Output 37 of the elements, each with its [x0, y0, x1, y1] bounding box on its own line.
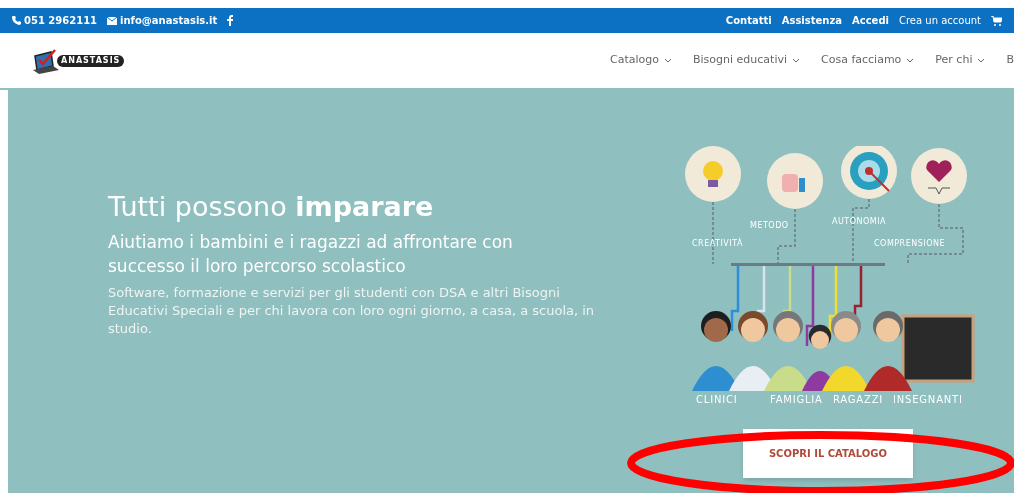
top-link[interactable]: Assistenza: [781, 13, 842, 28]
logo-icon: [33, 47, 59, 74]
top-link[interactable]: Contatti: [725, 13, 772, 28]
logo-text: ANASTASIS: [57, 54, 125, 67]
chevron-down-icon: [665, 58, 671, 63]
chevron-down-icon: [793, 58, 799, 63]
target-icon: [850, 152, 890, 192]
audience-label: CLINICI: [696, 394, 738, 405]
logo[interactable]: ANASTASIS: [33, 47, 125, 74]
value-label: COMPRENSIONE: [874, 239, 945, 248]
value-label: CREATIVITÀ: [692, 239, 743, 248]
hero-subtitle: Aiutiamo i bambini e i ragazzi ad affrontare con successo il loro percorso scolastico: [108, 231, 514, 278]
top-link[interactable]: Crea un account: [898, 13, 981, 28]
value-label: METODO: [750, 221, 789, 230]
phone-icon: [12, 16, 21, 25]
nav-item[interactable]: Catalogo: [610, 52, 671, 69]
top-link[interactable]: Accedi: [852, 13, 889, 28]
nav-item[interactable]: Per chi: [935, 52, 985, 69]
audience-label: FAMIGLIA: [770, 394, 823, 405]
chevron-down-icon: [978, 58, 985, 63]
nav-item[interactable]: Cosa facciamo: [821, 52, 914, 69]
email-link[interactable]: info@anastasis.it: [107, 13, 218, 28]
phone-link[interactable]: 051 2962111: [12, 13, 98, 28]
nav-item[interactable]: Bisogni educativi: [693, 52, 799, 69]
nav-item[interactable]: B: [1006, 52, 1014, 69]
facebook-icon[interactable]: [227, 15, 234, 26]
hero-description: Software, formazione e servizi per gli studenti con DSA e altri Bisogni Educativi Speciali e per chi lavora con loro ogni giorno, a casa, a scuola, in studio.: [108, 284, 596, 338]
cart-icon[interactable]: [991, 15, 1002, 26]
lightbulb-icon: [703, 161, 723, 187]
thumbs-up-icon: [782, 174, 805, 192]
hero-title: Tutti possono imparare: [108, 190, 435, 224]
mail-icon: [107, 16, 118, 25]
audience-label: INSEGNANTI: [893, 394, 963, 405]
audience-label: RAGAZZI: [833, 394, 884, 405]
value-label: AUTONOMIA: [832, 217, 887, 226]
chevron-down-icon: [907, 58, 914, 63]
heart-icon: [926, 160, 952, 195]
